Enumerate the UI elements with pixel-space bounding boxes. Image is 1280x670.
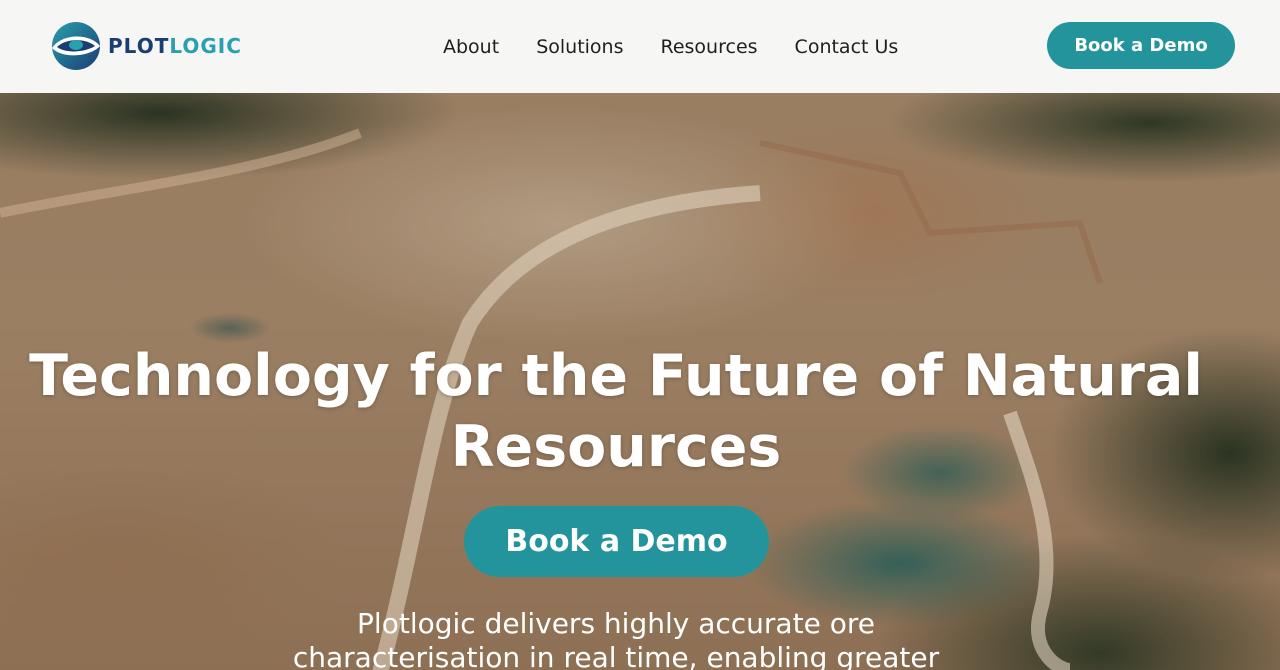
hero-content: Technology for the Future of Natural Res…	[0, 93, 1280, 670]
nav-solutions[interactable]: Solutions	[536, 36, 623, 58]
hero-subtitle: Plotlogic delivers highly accurate ore c…	[292, 607, 940, 670]
nav-resources[interactable]: Resources	[661, 36, 758, 58]
site-header: PLOTLOGIC About Solutions Resources Cont…	[0, 0, 1280, 93]
hero-title: Technology for the Future of Natural Res…	[29, 343, 1203, 480]
main-nav: About Solutions Resources Contact Us	[443, 36, 935, 58]
plotlogic-logo[interactable]: PLOTLOGIC	[48, 21, 242, 71]
plotlogic-eye-logo-icon	[52, 22, 100, 70]
book-demo-header-button[interactable]: Book a Demo	[1047, 22, 1235, 69]
logo-wordmark: PLOTLOGIC	[108, 34, 242, 58]
nav-contact-us[interactable]: Contact Us	[795, 36, 899, 58]
nav-about[interactable]: About	[443, 36, 499, 58]
book-demo-hero-button[interactable]: Book a Demo	[464, 506, 769, 577]
hero-section: Technology for the Future of Natural Res…	[0, 93, 1280, 670]
